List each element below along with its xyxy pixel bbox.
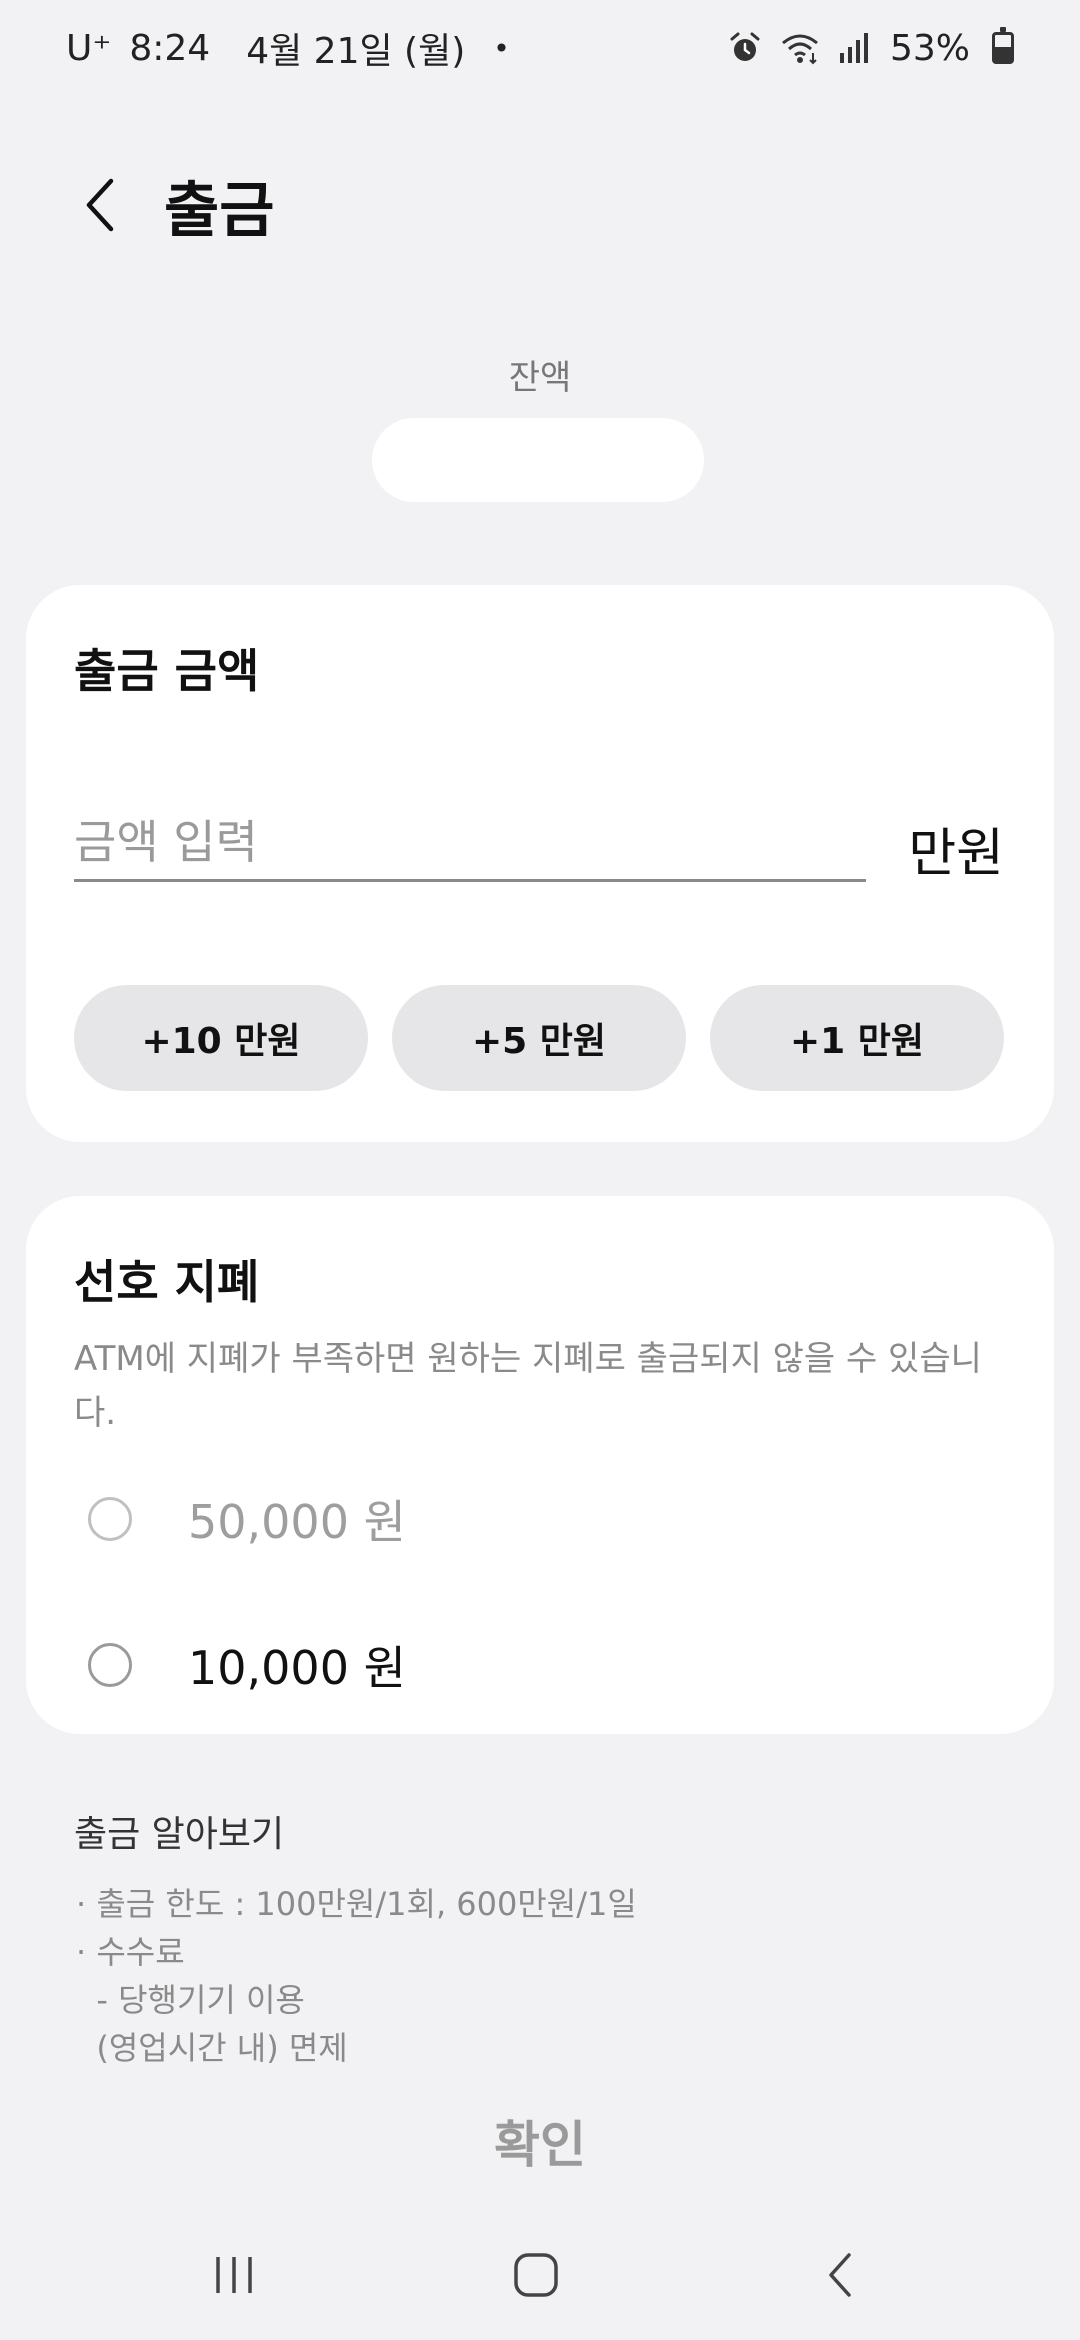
- info-line-limit: · 출금 한도 : 100만원/1회, 600만원/1일: [76, 1885, 637, 1923]
- option-10000[interactable]: 10,000 원: [88, 1632, 406, 1698]
- amount-card-title: 출금 금액: [74, 644, 260, 698]
- add-50k-button[interactable]: +5 만원: [392, 985, 686, 1091]
- notification-dot: •: [493, 31, 510, 65]
- option-50000-label: 50,000 원: [188, 1495, 406, 1549]
- notes-description: ATM에 지폐가 부족하면 원하는 지폐로 출금되지 않을 수 있습니다.: [74, 1339, 982, 1433]
- alarm-icon: [728, 31, 762, 65]
- page-title: 출금: [164, 175, 275, 246]
- info-line-own-atm: - 당행기기 이용: [76, 1981, 305, 2019]
- info-line-fee: · 수수료: [76, 1933, 185, 1971]
- withdraw-amount-card: 출금 금액 만원 +10 만원 +5 만원 +1 만원: [26, 585, 1054, 1142]
- unit-label: 만원: [908, 824, 1004, 884]
- balance-value: [372, 418, 704, 502]
- status-right: 53%: [728, 27, 1014, 69]
- option-10000-label: 10,000 원: [188, 1641, 406, 1695]
- status-date: 4월 21일 (월): [246, 31, 466, 72]
- back-icon: [829, 2253, 851, 2297]
- info-line-exempt: (영업시간 내) 면제: [76, 2029, 348, 2067]
- status-left: U⁺ 8:24 4월 21일 (월) •: [66, 22, 510, 74]
- info-title: 출금 알아보기: [74, 1814, 285, 1855]
- add-10k-button[interactable]: +1 만원: [710, 985, 1004, 1091]
- wifi-icon: [780, 31, 820, 65]
- amount-input[interactable]: [74, 805, 866, 882]
- radio-10000[interactable]: [88, 1643, 132, 1687]
- battery-fill: [995, 47, 1011, 61]
- carrier-label: U⁺: [66, 27, 112, 69]
- balance-label: 잔액: [508, 358, 572, 398]
- battery-percent: 53%: [889, 27, 970, 69]
- signal-icon: [838, 31, 872, 65]
- home-button[interactable]: [476, 2230, 596, 2320]
- preferred-notes-card: 선호 지폐 ATM에 지폐가 부족하면 원하는 지폐로 출금되지 않을 수 있습…: [26, 1196, 1054, 1734]
- withdraw-screen: U⁺ 8:24 4월 21일 (월) • 53% 출금 잔액 출금 금액 금액 …: [0, 0, 1080, 2340]
- radio-50000[interactable]: [88, 1497, 132, 1541]
- chevron-left-icon: [86, 178, 114, 232]
- confirm-button[interactable]: 확인: [0, 2105, 1080, 2177]
- app-header: 출금: [0, 150, 1080, 260]
- clock: 8:24: [129, 27, 211, 69]
- nav-back-button[interactable]: [780, 2230, 900, 2320]
- quick-amount-buttons: +10 만원 +5 만원 +1 만원: [74, 985, 1004, 1091]
- option-50000[interactable]: 50,000 원: [88, 1486, 406, 1552]
- recent-apps-button[interactable]: [174, 2230, 294, 2320]
- battery-icon: [992, 27, 1014, 64]
- info-list: · 출금 한도 : 100만원/1회, 600만원/1일 · 수수료 - 당행기…: [76, 1880, 637, 2072]
- home-icon: [514, 2253, 558, 2297]
- add-100k-button[interactable]: +10 만원: [74, 985, 368, 1091]
- back-button[interactable]: [70, 165, 130, 245]
- recent-apps-icon: [216, 2257, 252, 2293]
- notes-card-title: 선호 지폐: [74, 1255, 260, 1309]
- system-nav-bar: [0, 2230, 1080, 2340]
- status-bar: U⁺ 8:24 4월 21일 (월) • 53%: [0, 0, 1080, 96]
